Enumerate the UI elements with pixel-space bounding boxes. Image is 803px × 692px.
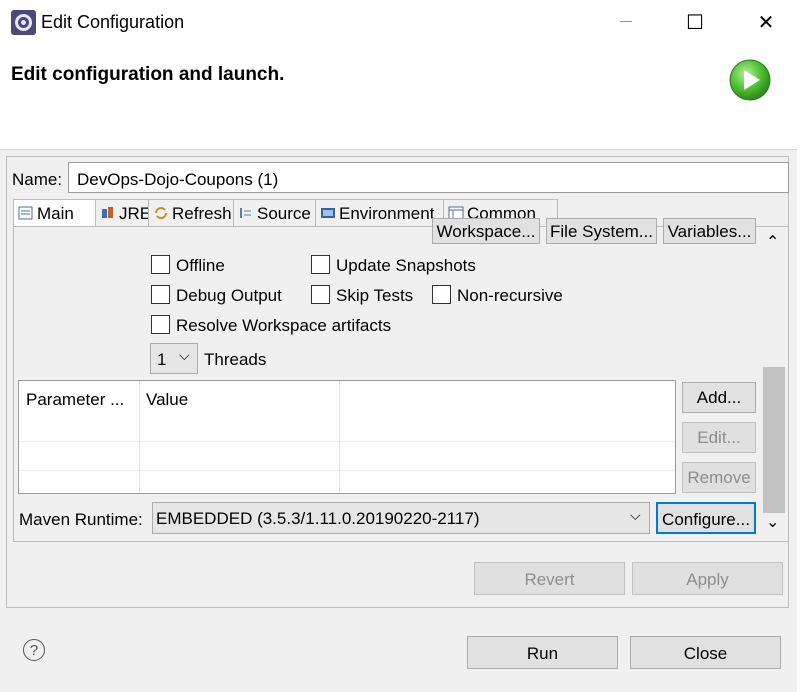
window-title: Edit Configuration (41, 12, 185, 32)
tab-environment-label: Environment (339, 204, 435, 223)
resolve-workspace-checkbox[interactable] (151, 315, 170, 334)
maximize-icon: ☐ (686, 12, 704, 34)
tab-refresh-label: Refresh (172, 204, 232, 223)
update-snapshots-checkbox[interactable] (311, 255, 330, 274)
offline-label: Offline (176, 256, 225, 275)
help-icon[interactable]: ? (23, 639, 45, 661)
name-input[interactable]: DevOps-Dojo-Coupons (1) (68, 162, 789, 193)
variables-button[interactable]: Variables... (663, 218, 756, 244)
scroll-up-icon[interactable]: ⌃ (766, 232, 779, 252)
close-window-button[interactable]: ✕ (751, 8, 781, 38)
threads-value: 1 (157, 350, 167, 369)
debug-output-label: Debug Output (176, 286, 282, 305)
chevron-down-icon: ⌵ (179, 347, 190, 363)
main-tab-icon (18, 206, 33, 220)
name-label: Name: (12, 170, 63, 189)
threads-label: Threads (204, 350, 267, 369)
non-recursive-checkbox[interactable] (432, 285, 451, 304)
maven-runtime-select[interactable]: EMBEDDED (3.5.3/1.11.0.20190220-2117) ⌵ (152, 502, 650, 534)
non-recursive-label: Non-recursive (457, 286, 563, 305)
edit-parameter-button[interactable]: Edit... (682, 422, 756, 453)
jre-icon (102, 207, 113, 218)
dialog-header (0, 46, 803, 150)
apply-button[interactable]: Apply (632, 562, 783, 595)
tab-source-label: Source (257, 204, 311, 223)
title-bar-divider (620, 21, 632, 22)
parameters-table[interactable]: Parameter ... Value (18, 380, 676, 494)
table-row (19, 470, 675, 471)
debug-output-checkbox[interactable] (151, 285, 170, 304)
tab-main-label: Main (37, 204, 74, 223)
add-parameter-button[interactable]: Add... (682, 382, 756, 413)
skip-tests-label: Skip Tests (336, 286, 414, 305)
skip-tests-checkbox[interactable] (311, 285, 330, 304)
revert-button[interactable]: Revert (474, 562, 625, 595)
update-snapshots-label: Update Snapshots (336, 256, 476, 275)
column-divider (139, 381, 140, 493)
file-system-button[interactable]: File System... (546, 218, 657, 244)
close-icon: ✕ (757, 12, 775, 34)
chevron-down-icon: ⌵ (630, 507, 641, 523)
table-row (19, 441, 675, 442)
refresh-icon (155, 207, 167, 219)
app-gear-icon (11, 10, 36, 35)
column-header-value[interactable]: Value (146, 390, 188, 410)
workspace-button[interactable]: Workspace... (432, 218, 540, 244)
scrollbar-thumb[interactable] (763, 367, 785, 513)
close-button[interactable]: Close (630, 636, 781, 669)
header-title: Edit configuration and launch. (11, 64, 285, 85)
configure-button[interactable]: Configure... (656, 502, 756, 534)
offline-checkbox[interactable] (151, 255, 170, 274)
background-window-edge (797, 0, 803, 692)
remove-parameter-button[interactable]: Remove (682, 462, 756, 493)
column-header-parameter[interactable]: Parameter ... (26, 390, 124, 410)
run-button[interactable]: Run (467, 636, 618, 669)
environment-icon (321, 208, 335, 218)
scroll-down-icon[interactable]: ⌄ (766, 512, 779, 532)
run-launch-icon (729, 59, 771, 101)
maven-runtime-value: EMBEDDED (3.5.3/1.11.0.20190220-2117) (156, 509, 480, 528)
maven-runtime-label: Maven Runtime: (19, 510, 143, 529)
maximize-button[interactable]: ☐ (680, 8, 710, 38)
source-icon (240, 208, 251, 218)
resolve-workspace-label: Resolve Workspace artifacts (176, 316, 392, 335)
column-divider (339, 381, 340, 493)
tab-jre-label: JRE (119, 204, 152, 223)
threads-select[interactable]: 1 ⌵ (150, 343, 198, 374)
